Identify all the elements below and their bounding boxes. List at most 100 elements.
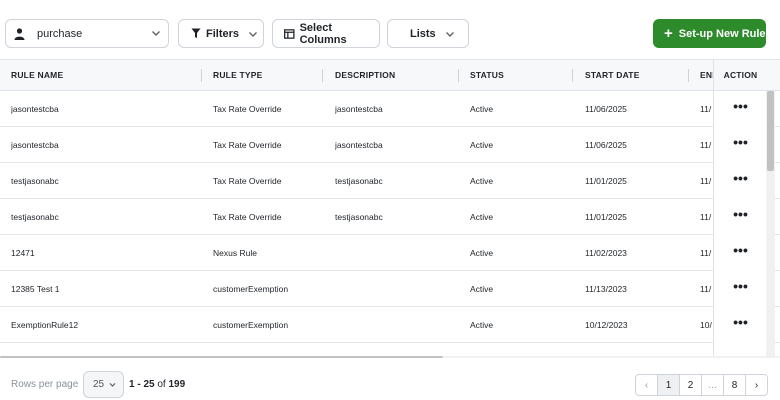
column-divider[interactable] [572,69,573,82]
cell-rule-name: 12385 Test 1 [11,284,60,294]
action-column: ACTION ••• ••• ••• ••• ••• ••• ••• [713,60,767,358]
profile-dropdown[interactable]: purchase [5,19,169,48]
cell-status: Active [470,212,494,222]
column-header-description[interactable]: DESCRIPTION [335,60,455,91]
lists-label: Lists [410,27,436,40]
row-actions-menu-icon[interactable]: ••• [714,127,767,163]
cell-start-date: 11/06/2025 [585,104,627,114]
column-header-rule-name[interactable]: RULE NAME [11,60,201,91]
chevron-down-icon [152,31,160,36]
range-value: 1 - 25 [129,379,155,390]
select-columns-label: Select Columns [299,21,347,46]
table-row[interactable]: 12385 Test 1 customerExemption Active 11… [0,271,780,307]
cell-end-date: 11/ [700,176,712,186]
cell-status: Active [470,248,494,258]
cell-rule-name: ExemptionRule12 [11,320,79,330]
rows-per-page-select[interactable]: 25 [83,371,124,398]
select-columns-button[interactable]: Select Columns [272,19,380,48]
cell-rule-name: jasontestcba [11,140,59,150]
setup-new-rule-label: Set-up New Rule [678,27,766,40]
cell-start-date: 11/01/2025 [585,212,627,222]
cell-rule-type: customerExemption [213,284,289,294]
row-actions-menu-icon[interactable]: ••• [714,271,767,307]
vertical-scrollbar-thumb[interactable] [767,91,774,171]
column-divider[interactable] [458,69,459,82]
cell-rule-type: Tax Rate Override [213,140,282,150]
cell-description [335,235,455,271]
table-row[interactable]: ExemptionRule12 customerExemption Active… [0,307,780,343]
row-actions-menu-icon[interactable]: ••• [714,91,767,127]
cell-status: Active [470,104,494,114]
lists-button[interactable]: Lists [387,19,469,48]
column-divider[interactable] [322,69,323,82]
cell-description [335,271,455,307]
columns-icon [284,28,295,39]
horizontal-scrollbar-thumb[interactable] [0,356,443,358]
pagination-range: 1 - 25 of 199 [129,379,185,390]
cell-end-date: 11/ [700,284,712,294]
cell-start-date: 10/12/2023 [585,320,628,330]
column-header-end-date[interactable]: END [700,60,713,91]
range-of: of [157,379,166,390]
table-row[interactable]: jasontestcba Tax Rate Override jasontest… [0,127,780,163]
cell-description: jasontestcba [335,104,383,114]
cell-description: jasontestcba [335,140,383,150]
page-button-8[interactable]: 8 [723,374,746,396]
cell-description: testjasonabc [335,212,383,222]
cell-status: Active [470,320,494,330]
chevron-down-icon [249,31,258,37]
cell-rule-name: jasontestcba [11,104,59,114]
cell-start-date: 11/13/2023 [585,284,627,294]
table-row[interactable]: jasontestcba Tax Rate Override jasontest… [0,91,780,127]
table-header: RULE NAME RULE TYPE DESCRIPTION STATUS S… [0,60,780,91]
column-header-status[interactable]: STATUS [470,60,570,91]
cell-status: Active [470,284,494,294]
cell-end-date: 11/ [700,140,712,150]
cell-rule-type: Nexus Rule [213,248,257,258]
table-row[interactable]: testjasonabc Tax Rate Override testjason… [0,199,780,235]
chevron-down-icon [109,382,116,387]
person-icon [14,27,25,40]
cell-rule-name: testjasonabc [11,212,59,222]
row-actions-menu-icon[interactable]: ••• [714,235,767,271]
cell-rule-name: 12471 [11,248,35,258]
filter-icon [191,28,201,38]
previous-page-button[interactable]: ‹ [635,374,658,396]
horizontal-scrollbar[interactable] [0,356,780,358]
profile-dropdown-value: purchase [37,27,83,40]
row-actions-menu-icon[interactable]: ••• [714,163,767,199]
cell-end-date: 11/ [700,212,712,222]
column-divider[interactable] [688,69,689,82]
page-button-2[interactable]: 2 [679,374,702,396]
row-actions-menu-icon[interactable]: ••• [714,307,767,343]
cell-description [335,307,455,343]
row-actions-menu-icon[interactable]: ••• [714,199,767,235]
vertical-scrollbar[interactable] [766,91,775,357]
rules-table: RULE NAME RULE TYPE DESCRIPTION STATUS S… [0,59,780,358]
filters-label: Filters [206,27,240,40]
toolbar: purchase Filters Select Columns Lists + … [0,0,780,59]
rows-per-page-label: Rows per page [11,379,79,390]
column-header-start-date[interactable]: START DATE [585,60,685,91]
filters-button[interactable]: Filters [178,19,264,48]
table-row[interactable]: 12471 Nexus Rule Active 11/02/2023 11/ [0,235,780,271]
column-header-rule-type[interactable]: RULE TYPE [213,60,323,91]
cell-description: testjasonabc [335,176,383,186]
next-page-button[interactable]: › [745,374,768,396]
column-divider[interactable] [201,69,202,82]
table-row[interactable]: testjasonabc Tax Rate Override testjason… [0,163,780,199]
cell-start-date: 11/02/2023 [585,248,627,258]
cell-rule-type: customerExemption [213,320,289,330]
cell-end-date: 10/ [700,320,712,330]
page-button-1[interactable]: 1 [657,374,680,396]
cell-start-date: 11/01/2025 [585,176,627,186]
rows-per-page-value: 25 [93,379,105,390]
pagination: ‹ 1 2 ... 8 › [635,374,768,396]
plus-icon: + [664,25,673,42]
cell-end-date: 11/ [700,104,712,114]
total-count: 199 [168,379,186,390]
chevron-down-icon [445,31,454,37]
cell-rule-type: Tax Rate Override [213,104,282,114]
setup-new-rule-button[interactable]: + Set-up New Rule [653,19,766,48]
cell-rule-type: Tax Rate Override [213,176,282,186]
